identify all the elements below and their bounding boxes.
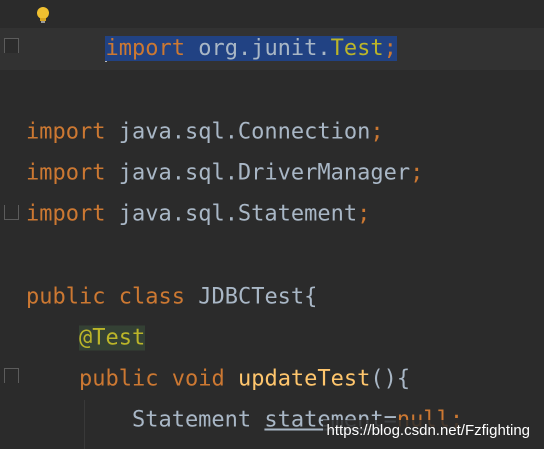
code-token: Test [330, 36, 384, 61]
code-token: void [171, 366, 225, 392]
code-line-8[interactable]: @Test [0, 317, 544, 359]
code-token: ; [383, 36, 397, 61]
code-line-4[interactable]: import java.sql.DriverManager; [0, 152, 544, 194]
code-token: JDBCTest{ [184, 284, 318, 310]
code-token: class [118, 284, 185, 310]
code-token: (){ [370, 366, 411, 392]
code-token: java.sql.Statement [105, 201, 358, 227]
code-token: import [26, 160, 106, 186]
watermark-text: https://blog.csdn.net/Fzfighting [322, 420, 534, 441]
code-line-7[interactable]: public class JDBCTest{ [0, 276, 544, 318]
code-token: ; [410, 160, 424, 186]
fold-marker-icon[interactable] [4, 38, 19, 53]
code-token: import [105, 36, 185, 61]
code-editor[interactable]: import org.junit.Test; import java.sql.C… [0, 0, 544, 449]
code-token: import [26, 201, 106, 227]
code-token: java.sql.DriverManager [105, 160, 411, 186]
code-line-5[interactable]: import java.sql.Statement; [0, 193, 544, 235]
code-token: Statement [26, 407, 265, 433]
code-token: ; [357, 201, 371, 227]
code-token: ; [370, 119, 384, 145]
code-line-3[interactable]: import java.sql.Connection; [0, 111, 544, 153]
code-token: import [26, 119, 106, 145]
code-line-9[interactable]: public void updateTest(){ [0, 358, 544, 400]
selection-highlight: import org.junit.Test; [105, 36, 397, 61]
code-token: updateTest [237, 366, 371, 392]
fold-marker-icon[interactable] [4, 205, 19, 220]
code-line-1[interactable]: import org.junit.Test; [0, 28, 544, 70]
code-token: @Test [78, 325, 146, 351]
code-token: org.junit. [184, 36, 331, 61]
code-token: public [78, 366, 159, 392]
fold-marker-icon[interactable] [4, 368, 19, 383]
code-token: java.sql.Connection [105, 119, 371, 145]
code-token: public [26, 284, 106, 310]
